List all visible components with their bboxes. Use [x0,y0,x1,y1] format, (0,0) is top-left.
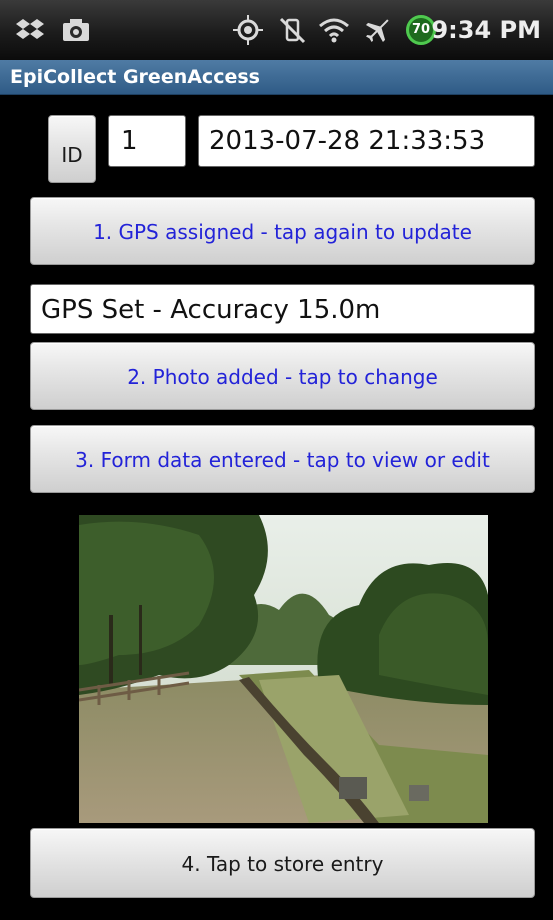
camera-icon [60,14,92,46]
status-bar: 70 9:34 PM [0,0,553,61]
dropbox-icon [14,14,46,46]
vibrate-off-icon [276,14,308,46]
gps-icon [232,14,264,46]
wifi-icon [318,14,350,46]
status-time: 9:34 PM [431,16,541,44]
app-title: EpiCollect GreenAccess [10,66,260,88]
id-button[interactable]: ID [48,115,96,183]
datetime-field[interactable]: 2013-07-28 21:33:53 [198,115,535,167]
form-data-button[interactable]: 3. Form data entered - tap to view or ed… [30,425,535,493]
gps-button[interactable]: 1. GPS assigned - tap again to update [30,197,535,265]
photo-button[interactable]: 2. Photo added - tap to change [30,342,535,410]
photo-thumbnail[interactable] [79,515,488,823]
gps-status-field[interactable]: GPS Set - Accuracy 15.0m [30,284,535,334]
app-title-bar: EpiCollect GreenAccess [0,60,553,95]
store-entry-button[interactable]: 4. Tap to store entry [30,828,535,898]
id-field[interactable]: 1 [108,115,186,167]
airplane-mode-icon [362,14,394,46]
